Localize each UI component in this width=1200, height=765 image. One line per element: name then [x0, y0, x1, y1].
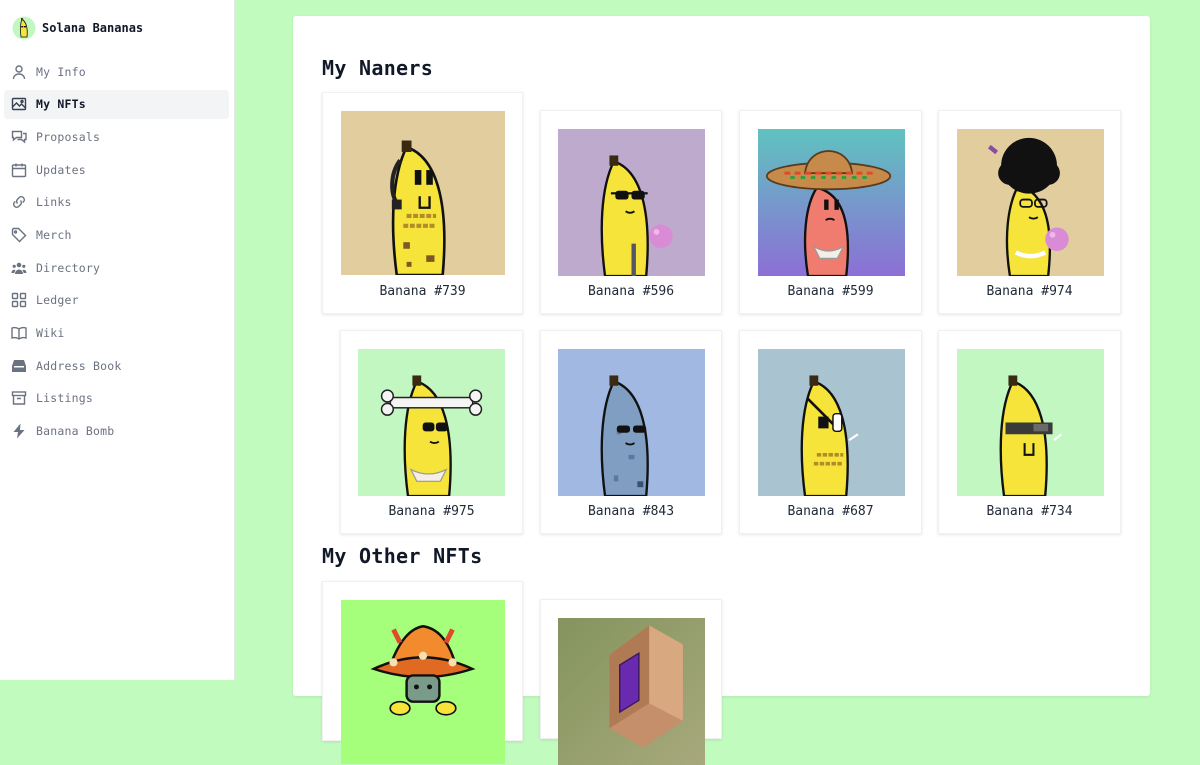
sidebar-item-directory[interactable]: Directory [4, 253, 229, 282]
sidebar-item-my-info[interactable]: My Info [4, 57, 229, 86]
nft-name: Banana #687 [787, 504, 874, 519]
users-icon [10, 259, 28, 277]
nft-image [957, 349, 1104, 496]
nft-image [558, 129, 705, 276]
sidebar-item-links[interactable]: Links [4, 188, 229, 217]
sidebar-item-label: Wiki [36, 326, 65, 340]
sidebar-item-address-book[interactable]: Address Book [4, 351, 229, 380]
nft-card[interactable]: Banana #596 [540, 110, 722, 314]
nft-image [558, 349, 705, 496]
user-icon [10, 63, 28, 81]
nft-name: Banana #734 [986, 504, 1073, 519]
section-title-my-naners: My Naners [322, 56, 434, 80]
sidebar-item-label: Merch [36, 227, 72, 242]
image-icon [10, 95, 28, 113]
sidebar-item-label: Banana Bomb [36, 424, 115, 439]
nft-image [358, 349, 505, 496]
nft-card[interactable]: Banana #974 [938, 110, 1121, 314]
nft-image [341, 111, 505, 275]
nft-card[interactable]: Banana #739 [322, 92, 523, 314]
nft-card[interactable]: Banana #599 [739, 110, 922, 314]
link-icon [10, 193, 28, 211]
sidebar-item-listings[interactable]: Listings [4, 384, 229, 413]
sidebar-item-my-nfts[interactable]: My NFTs [4, 89, 229, 119]
brand[interactable]: Solana Bananas [12, 13, 143, 43]
nft-card[interactable] [540, 599, 722, 765]
brand-name: Solana Bananas [42, 21, 144, 35]
nft-name: Banana #599 [787, 284, 874, 299]
sidebar-nav: My Info My NFTs Proposals Updates Links [4, 57, 229, 449]
book-open-icon [10, 324, 28, 342]
sidebar-item-merch[interactable]: Merch [4, 220, 229, 249]
nft-name: Banana #596 [587, 284, 675, 299]
nft-name: Banana #975 [388, 504, 475, 519]
sidebar-item-label: Proposals [36, 129, 101, 144]
sidebar-item-wiki[interactable]: Wiki [4, 319, 229, 348]
sidebar-item-proposals[interactable]: Proposals [4, 122, 229, 151]
sidebar-item-label: Address Book [36, 358, 122, 373]
nft-name: Banana #843 [587, 504, 675, 519]
nft-name: Banana #974 [986, 284, 1073, 299]
sidebar-item-label: My NFTs [36, 97, 86, 112]
nft-image [341, 600, 505, 764]
sidebar-item-updates[interactable]: Updates [4, 155, 229, 184]
sidebar-item-ledger[interactable]: Ledger [4, 286, 229, 315]
chat-bubbles-icon [10, 128, 28, 146]
sidebar-item-label: Directory [36, 260, 101, 275]
nft-image [758, 129, 905, 276]
nft-image [957, 129, 1104, 276]
sidebar: Solana Bananas My Info My NFTs Proposals… [0, 0, 235, 680]
calendar-icon [10, 161, 28, 179]
nft-card[interactable]: Banana #734 [938, 330, 1121, 534]
tag-icon [10, 226, 28, 244]
nft-card[interactable]: Banana #687 [739, 330, 922, 534]
lightning-icon [10, 422, 28, 440]
nft-image [758, 349, 905, 496]
banana-logo-icon [12, 16, 36, 40]
inbox-icon [10, 357, 28, 375]
sidebar-item-label: Listings [36, 391, 93, 406]
main-panel: My Naners Banana #739 Banana #596 Banana… [293, 16, 1150, 765]
sidebar-item-label: Links [36, 195, 72, 210]
nft-card[interactable]: Banana #843 [540, 330, 722, 534]
sidebar-item-banana-bomb[interactable]: Banana Bomb [4, 417, 229, 446]
sidebar-item-label: My Info [36, 64, 86, 79]
section-title-my-other-nfts: My Other NFTs [322, 544, 483, 568]
archive-icon [10, 389, 28, 407]
nft-card[interactable] [322, 581, 523, 764]
sidebar-item-label: Updates [36, 162, 86, 177]
nft-image [558, 618, 705, 765]
nft-card[interactable]: Banana #975 [340, 330, 523, 534]
sidebar-item-label: Ledger [36, 293, 79, 308]
nft-name: Banana #739 [379, 284, 466, 299]
grid-icon [10, 291, 28, 309]
